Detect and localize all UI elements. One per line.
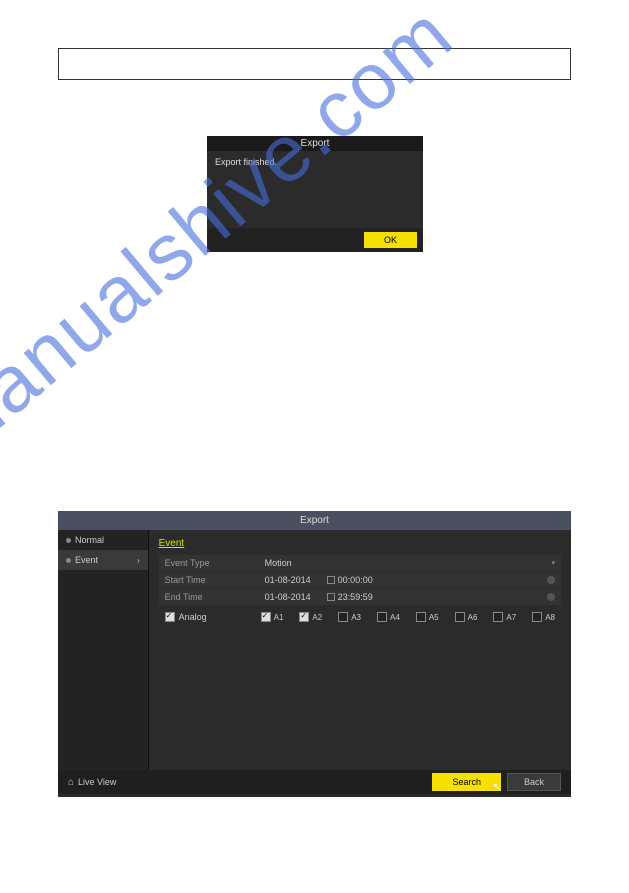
start-time-value: 01-08-2014 00:00:00: [265, 575, 555, 585]
channel-a5[interactable]: A5: [416, 612, 439, 622]
end-time-label: End Time: [165, 592, 265, 602]
calendar-icon: [327, 576, 335, 584]
dialog-title: Export: [207, 136, 423, 151]
event-type-value: Motion ▾: [265, 558, 555, 568]
end-time-text: 23:59:59: [338, 592, 373, 602]
panel-footer: ⌂ Live View Search Back ↖: [58, 770, 571, 794]
calendar-icon: [327, 593, 335, 601]
channel-a8[interactable]: A8: [532, 612, 555, 622]
tab-event[interactable]: Event: [159, 536, 185, 555]
sidebar-item-event[interactable]: Event ›: [58, 550, 148, 570]
checkbox-icon[interactable]: [299, 612, 309, 622]
channel-label: A6: [468, 613, 478, 622]
checkbox-icon[interactable]: [377, 612, 387, 622]
channel-label: A5: [429, 613, 439, 622]
channel-label: A7: [506, 613, 516, 622]
export-dialog: Export Export finished. OK: [207, 136, 423, 252]
checkbox-icon[interactable]: [338, 612, 348, 622]
cursor-icon: ↖: [493, 782, 501, 793]
export-panel: Export Normal Event › Event Event Type M…: [58, 511, 571, 797]
row-event-type[interactable]: Event Type Motion ▾: [159, 555, 561, 571]
sidebar-item-normal[interactable]: Normal: [58, 530, 148, 550]
checkbox-icon[interactable]: [532, 612, 542, 622]
sidebar: Normal Event ›: [58, 530, 149, 770]
bullet-icon: [66, 558, 71, 563]
panel-body: Normal Event › Event Event Type Motion ▾…: [58, 530, 571, 770]
sidebar-label-normal: Normal: [75, 535, 104, 545]
analog-row: Analog A1 A2 A3 A4 A5 A6 A7 A8: [159, 606, 561, 628]
start-time-text: 00:00:00: [338, 575, 373, 585]
ok-button[interactable]: OK: [364, 232, 417, 248]
checkbox-icon[interactable]: [455, 612, 465, 622]
channel-a1[interactable]: A1: [261, 612, 284, 622]
chevron-down-icon: ▾: [551, 559, 555, 567]
chevron-right-icon: ›: [137, 556, 140, 565]
dialog-message: Export finished.: [207, 151, 423, 228]
main-content: Event Event Type Motion ▾ Start Time 01-…: [149, 530, 571, 770]
live-view-button[interactable]: ⌂ Live View: [68, 777, 116, 788]
row-start-time[interactable]: Start Time 01-08-2014 00:00:00: [159, 572, 561, 588]
event-type-label: Event Type: [165, 558, 265, 568]
analog-checkbox[interactable]: [165, 612, 175, 622]
back-button[interactable]: Back: [507, 773, 561, 791]
channel-label: A2: [312, 613, 322, 622]
channel-a6[interactable]: A6: [455, 612, 478, 622]
channel-a3[interactable]: A3: [338, 612, 361, 622]
checkbox-icon[interactable]: [416, 612, 426, 622]
row-end-time[interactable]: End Time 01-08-2014 23:59:59: [159, 589, 561, 605]
channel-label: A4: [390, 613, 400, 622]
channel-a7[interactable]: A7: [493, 612, 516, 622]
channel-label: A3: [351, 613, 361, 622]
start-time-label: Start Time: [165, 575, 265, 585]
start-date: 01-08-2014: [265, 575, 311, 585]
sidebar-label-event: Event: [75, 555, 98, 565]
analog-label: Analog: [179, 612, 207, 622]
checkbox-icon[interactable]: [261, 612, 271, 622]
event-type-text: Motion: [265, 558, 292, 568]
bullet-icon: [66, 538, 71, 543]
channel-a2[interactable]: A2: [299, 612, 322, 622]
search-button[interactable]: Search: [432, 773, 501, 791]
row-action-icon[interactable]: [547, 576, 555, 584]
channel-label: A8: [545, 613, 555, 622]
end-time-box: 23:59:59: [327, 592, 373, 602]
channel-label: A1: [274, 613, 284, 622]
checkbox-icon[interactable]: [493, 612, 503, 622]
channel-a4[interactable]: A4: [377, 612, 400, 622]
panel-title: Export: [58, 511, 571, 530]
start-time-box: 00:00:00: [327, 575, 373, 585]
row-action-icon[interactable]: [547, 593, 555, 601]
live-view-label: Live View: [78, 777, 116, 787]
home-icon: ⌂: [68, 777, 74, 788]
end-time-value: 01-08-2014 23:59:59: [265, 592, 555, 602]
end-date: 01-08-2014: [265, 592, 311, 602]
top-frame: [58, 48, 571, 80]
analog-label-group[interactable]: Analog: [165, 612, 245, 622]
dialog-footer: OK: [207, 228, 423, 252]
